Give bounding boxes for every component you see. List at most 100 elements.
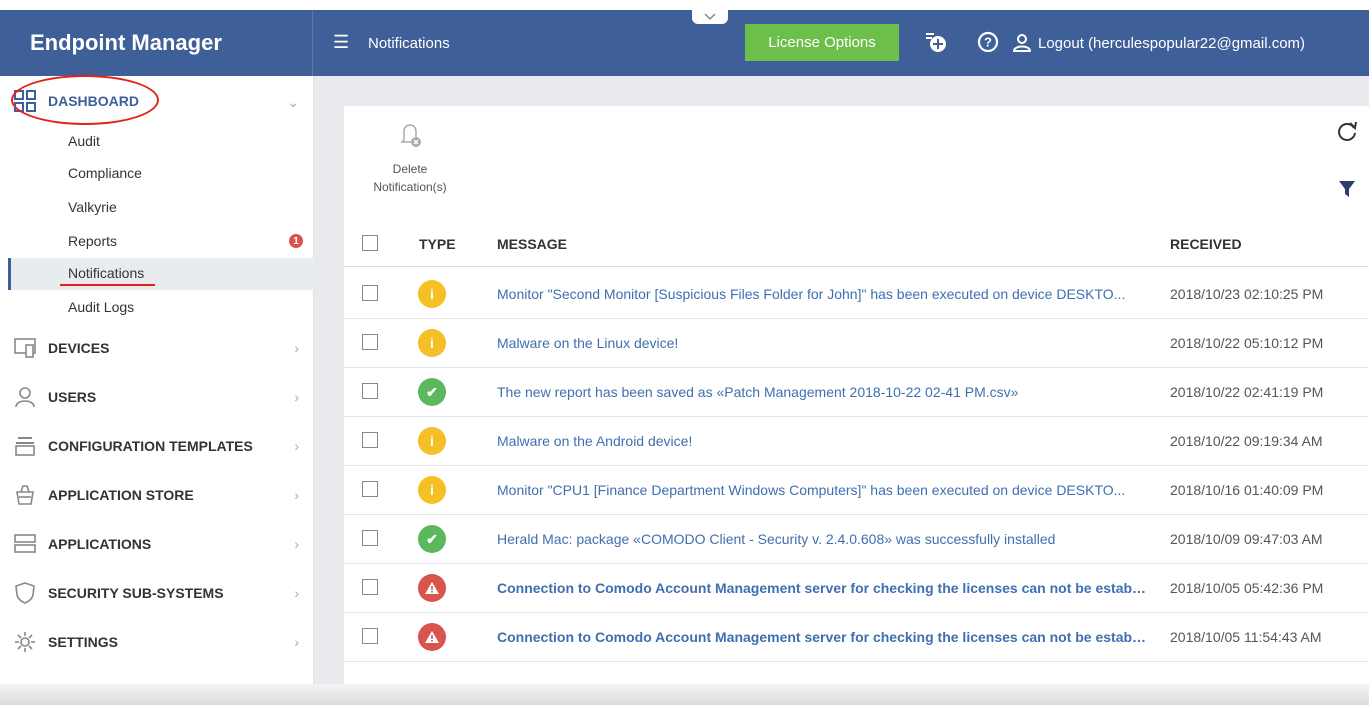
user-icon <box>15 387 35 408</box>
notification-message-link[interactable]: Connection to Comodo Account Management … <box>497 580 1147 596</box>
table-row[interactable]: ✔ The new report has been saved as «Patch… <box>344 368 1369 417</box>
sidebar: DASHBOARD ⌄ Audit Compliance Valkyrie Re… <box>0 76 316 705</box>
notification-message-link[interactable]: Monitor "Second Monitor [Suspicious File… <box>497 286 1147 302</box>
table-row[interactable]: Connection to Comodo Account Management … <box>344 613 1369 662</box>
filter-icon[interactable] <box>1338 180 1356 201</box>
table-header: TYPE MESSAGE RECEIVED <box>344 222 1369 267</box>
info-icon: i <box>418 329 446 357</box>
reports-badge: 1 <box>289 234 303 248</box>
select-all-checkbox[interactable] <box>362 235 378 251</box>
column-received[interactable]: RECEIVED <box>1170 236 1242 252</box>
row-checkbox[interactable] <box>362 432 378 448</box>
received-timestamp: 2018/10/16 01:40:09 PM <box>1170 482 1324 498</box>
sidebar-label-settings: SETTINGS <box>48 634 119 650</box>
chevron-right-icon: › <box>294 340 299 356</box>
sidebar-label-applications: APPLICATIONS <box>48 536 152 552</box>
shield-icon <box>15 582 35 604</box>
received-timestamp: 2018/10/09 09:47:03 AM <box>1170 531 1323 547</box>
row-checkbox[interactable] <box>362 628 378 644</box>
received-timestamp: 2018/10/05 05:42:36 PM <box>1170 580 1324 596</box>
table-row[interactable]: Connection to Comodo Account Management … <box>344 564 1369 613</box>
svg-text:?: ? <box>984 35 992 50</box>
received-timestamp: 2018/10/23 02:10:25 PM <box>1170 286 1324 302</box>
info-icon: i <box>418 427 446 455</box>
store-icon <box>16 485 34 505</box>
notification-message-link[interactable]: Connection to Comodo Account Management … <box>497 629 1147 645</box>
table-row[interactable]: i Monitor "CPU1 [Finance Department Windo… <box>344 466 1369 515</box>
row-checkbox[interactable] <box>362 334 378 350</box>
notifications-underline-annotation <box>60 284 155 286</box>
active-item-highlight <box>8 258 316 290</box>
notification-message-link[interactable]: The new report has been saved as «Patch … <box>497 384 1147 400</box>
notification-message-link[interactable]: Malware on the Android device! <box>497 433 1147 449</box>
dashboard-highlight-annotation <box>11 75 159 125</box>
sidebar-item-security-sub-systems[interactable]: SECURITY SUB-SYSTEMS <box>14 578 224 608</box>
error-icon <box>418 623 446 651</box>
notification-message-link[interactable]: Monitor "CPU1 [Finance Department Window… <box>497 482 1147 498</box>
table-row[interactable]: i Malware on the Linux device! 2018/10/22 … <box>344 319 1369 368</box>
top-header: Endpoint Manager ☰ Notifications License… <box>0 10 1369 76</box>
sidebar-item-valkyrie[interactable]: Valkyrie <box>68 199 117 215</box>
logout-label: Logout (herculespopular22@gmail.com) <box>1038 34 1306 52</box>
info-icon: i <box>418 280 446 308</box>
error-icon <box>418 574 446 602</box>
torn-edge <box>0 684 1369 705</box>
row-checkbox[interactable] <box>362 530 378 546</box>
collapse-header-tab[interactable] <box>692 10 728 24</box>
sidebar-item-configuration-templates[interactable]: CONFIGURATION TEMPLATES <box>14 431 253 461</box>
menu-toggle-icon[interactable]: ☰ <box>333 32 349 53</box>
page-title: Notifications <box>368 35 450 52</box>
sidebar-label-devices: DEVICES <box>48 340 110 356</box>
chevron-right-icon: › <box>294 487 299 503</box>
sidebar-item-devices[interactable]: DEVICES <box>14 333 109 363</box>
row-checkbox[interactable] <box>362 383 378 399</box>
sidebar-item-application-store[interactable]: APPLICATION STORE <box>14 480 194 510</box>
chevron-right-icon: › <box>294 634 299 650</box>
license-options-button[interactable]: License Options <box>745 24 899 61</box>
success-icon: ✔ <box>418 378 446 406</box>
sidebar-label-security-sub-systems: SECURITY SUB-SYSTEMS <box>48 585 224 601</box>
chevron-right-icon: › <box>294 389 299 405</box>
devices-icon <box>14 338 36 358</box>
success-icon: ✔ <box>418 525 446 553</box>
sidebar-item-compliance[interactable]: Compliance <box>68 165 142 181</box>
table-row[interactable]: i Malware on the Android device! 2018/10/2… <box>344 417 1369 466</box>
sidebar-label-application-store: APPLICATION STORE <box>48 487 194 503</box>
gear-icon <box>15 632 35 652</box>
applications-icon <box>14 534 36 553</box>
sidebar-item-audit-logs[interactable]: Audit Logs <box>68 299 134 315</box>
sidebar-item-users[interactable]: USERS <box>14 382 96 412</box>
info-icon: i <box>418 476 446 504</box>
chevron-down-icon <box>704 13 716 21</box>
column-type[interactable]: TYPE <box>419 236 456 252</box>
chevron-down-icon: ⌄ <box>287 94 299 110</box>
bell-delete-icon <box>400 124 421 147</box>
logout-link[interactable]: Logout (herculespopular22@gmail.com) <box>1012 34 1305 52</box>
delete-notifications-button[interactable]: Delete Notification(s) <box>360 120 460 196</box>
table-row[interactable]: i Monitor "Second Monitor [Suspicious Fil… <box>344 270 1369 319</box>
refresh-icon[interactable] <box>1336 120 1358 145</box>
sidebar-label-users: USERS <box>48 389 97 405</box>
chevron-right-icon: › <box>294 585 299 601</box>
row-checkbox[interactable] <box>362 285 378 301</box>
user-icon <box>1012 34 1032 52</box>
table-row[interactable]: ✔ Herald Mac: package «COMODO Client - Se… <box>344 515 1369 564</box>
sidebar-item-audit[interactable]: Audit <box>68 133 100 149</box>
received-timestamp: 2018/10/22 02:41:19 PM <box>1170 384 1324 400</box>
brand-title: Endpoint Manager <box>0 10 313 76</box>
sidebar-item-applications[interactable]: APPLICATIONS <box>14 529 151 559</box>
delete-notifications-label: Delete Notification(s) <box>373 162 447 194</box>
sidebar-label-configuration-templates: CONFIGURATION TEMPLATES <box>48 438 253 454</box>
sidebar-item-settings[interactable]: SETTINGS <box>14 627 118 657</box>
notification-message-link[interactable]: Malware on the Linux device! <box>497 335 1147 351</box>
received-timestamp: 2018/10/05 11:54:43 AM <box>1170 629 1322 645</box>
add-notification-icon[interactable] <box>922 28 950 56</box>
notification-message-link[interactable]: Herald Mac: package «COMODO Client - Sec… <box>497 531 1147 547</box>
chevron-right-icon: › <box>294 536 299 552</box>
sidebar-item-notifications[interactable]: Notifications <box>68 265 144 281</box>
sidebar-item-reports[interactable]: Reports <box>68 233 117 249</box>
help-icon[interactable]: ? <box>974 28 1002 56</box>
column-message[interactable]: MESSAGE <box>497 236 567 252</box>
row-checkbox[interactable] <box>362 579 378 595</box>
row-checkbox[interactable] <box>362 481 378 497</box>
